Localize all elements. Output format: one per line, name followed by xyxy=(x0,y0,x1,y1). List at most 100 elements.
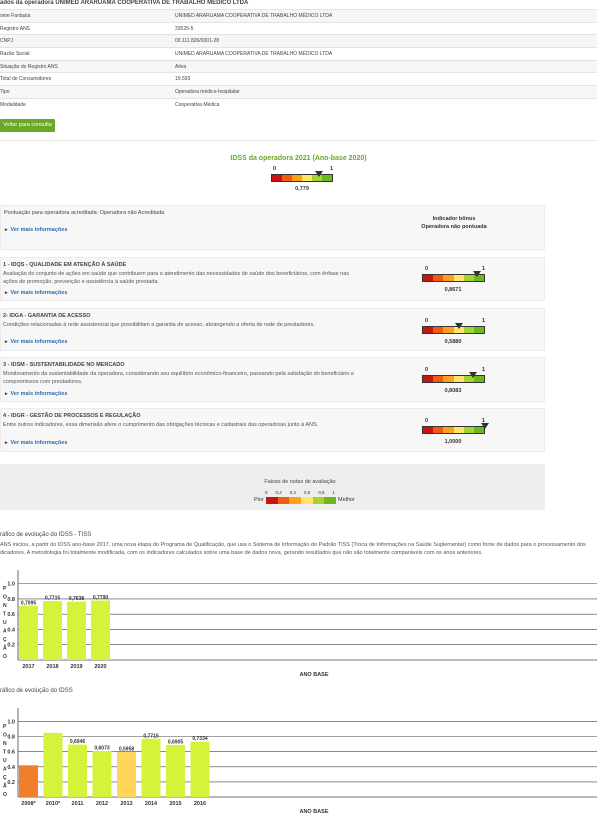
band-better-label: Melhor xyxy=(338,497,355,503)
dimension-panel-idga: 2- IDGA - GARANTIA DE ACESSO Condições r… xyxy=(0,308,545,351)
table-row: CNPJ 00.111.826/0001-28 xyxy=(0,34,597,48)
back-to-search-button[interactable]: Voltar para consulta xyxy=(0,119,55,132)
row-label: Situação do Registro ANS xyxy=(0,59,175,73)
score-marker-icon xyxy=(468,372,477,378)
bonus-label: Indicador bônus xyxy=(432,216,476,222)
row-value: Operadora médico-hospitalar xyxy=(175,85,597,99)
idss-tiss-chart: 1.0 0.8 0.6 0.4 0.2P O N T U A Ç Ã O 0,7095 2017 0,7715… xyxy=(3,570,597,678)
dimension-description: Entre outros indicadores, essa dimensão … xyxy=(3,422,319,428)
color-scale-bar xyxy=(271,174,333,182)
band-tick: 0,4 xyxy=(289,490,296,495)
table-row: Registro ANS 33525-5 xyxy=(0,21,597,35)
chart-title: ráfico de evolução do IDSS - TISS xyxy=(0,532,92,538)
dimension-panel-idsm: 3 - IDSM - SUSTENTABILIDADE NO MERCADO M… xyxy=(0,357,545,402)
row-value: UNIMED ARARUAMA COOPERATIVA DE TRABALHO … xyxy=(175,9,597,23)
data-label: 0,7638 xyxy=(69,596,85,602)
y-tick-label: 0.8 xyxy=(7,597,15,603)
y-tick-label: 1.0 xyxy=(7,720,15,726)
row-label: Total de Consumidores xyxy=(0,72,175,86)
band-tick: 0 xyxy=(265,490,268,495)
row-value: Ativa xyxy=(175,59,597,73)
row-label: Registro ANS xyxy=(0,21,175,35)
y-tick-label: 0.6 xyxy=(7,612,15,618)
bar xyxy=(190,741,210,797)
bar xyxy=(92,751,112,797)
x-tick-label: 2019 xyxy=(70,664,82,670)
dimension-description: Avaliação do conjunto de ações em saúde … xyxy=(3,271,350,285)
y-tick-label: 0.4 xyxy=(7,627,16,633)
x-tick-label: 2010* xyxy=(46,801,61,807)
row-value: 00.111.826/0001-28 xyxy=(175,34,597,48)
color-scale-bar xyxy=(422,426,485,434)
data-label: 0,7715 xyxy=(143,733,159,739)
bar xyxy=(91,600,110,660)
idss-value: 0,779 xyxy=(295,186,309,192)
score-marker-icon xyxy=(481,423,489,429)
table-row: Modalidade Cooperativa Médica xyxy=(0,97,597,111)
chart-description: ANS iniciou, a partir do IDSS ano-base 2… xyxy=(0,542,586,556)
x-tick-label: 2013 xyxy=(120,801,132,807)
band-tick: 0,8 xyxy=(318,490,325,495)
bar xyxy=(117,752,136,797)
band-worse-label: Pior xyxy=(254,497,264,503)
dimension-value: 0,8671 xyxy=(444,287,462,293)
band-tick: 0,2 xyxy=(275,490,282,495)
dimension-description: Monitoramento da sustentabilidade da ope… xyxy=(3,371,355,385)
data-label: 0,6905 xyxy=(168,739,184,745)
x-tick-label: 2016 xyxy=(194,801,206,807)
x-tick-label: 2017 xyxy=(22,664,34,670)
dimension-panel-idgr: 4 - IDGR - GESTÃO DE PROCESSOS E REGULAÇ… xyxy=(0,408,545,452)
y-tick-label: 0.2 xyxy=(7,780,15,786)
scale-min-label: 0 xyxy=(425,318,429,324)
more-info-link[interactable]: Ver mais informações xyxy=(5,227,68,233)
scale-max-label: 1 xyxy=(482,266,486,272)
data-label: 0,7334 xyxy=(192,736,208,742)
dimension-scale xyxy=(422,423,489,434)
x-axis-label: ANO BASE xyxy=(299,809,328,815)
dimension-scale xyxy=(422,271,485,282)
band-tick: 1 xyxy=(332,490,335,495)
more-info-link[interactable]: Ver mais informações xyxy=(5,290,68,296)
page-title: ados da operadora UNIMED ARARUAMA COOPER… xyxy=(0,0,249,6)
bar xyxy=(19,765,38,797)
row-label: CNPJ xyxy=(0,34,175,48)
y-tick-label: 1.0 xyxy=(7,582,15,588)
scale-min-label: 0 xyxy=(425,367,429,373)
dimension-value: 1,0000 xyxy=(444,439,462,445)
x-tick-label: 2011 xyxy=(72,801,84,807)
dimension-value: 0,8083 xyxy=(444,388,462,394)
idss-chart: 1.0 0.8 0.6 0.4 0.2P O N T U A Ç Ã O 2008* 2010* 0,6946… xyxy=(3,708,597,815)
accreditation-text: Pontuação para operadora acreditada: Ope… xyxy=(4,210,165,216)
row-value: 19.593 xyxy=(175,72,597,86)
data-label: 0,6073 xyxy=(94,746,110,752)
x-tick-label: 2018 xyxy=(46,664,58,670)
score-marker-icon xyxy=(455,323,464,329)
idss-title: IDSS da operadora 2021 (Ano-base 2020) xyxy=(230,155,367,162)
dimension-title: 3 - IDSM - SUSTENTABILIDADE NO MERCADO xyxy=(3,362,125,368)
data-label: 0,5958 xyxy=(119,747,135,753)
more-info-link[interactable]: Ver mais informações xyxy=(5,440,68,446)
table-row: Razão Social UNIMED ARARUAMA COOPERATIVA … xyxy=(0,47,597,61)
rating-bands-legend: Faixas de notas de avaliação xyxy=(245,479,355,485)
y-tick-label: 0.2 xyxy=(7,643,15,649)
accreditation-panel: Pontuação para operadora acreditada: Ope… xyxy=(0,205,545,250)
operator-info-table: ome Fantasia UNIMED ARARUAMA COOPERATIVA … xyxy=(0,9,597,111)
scale-min-label: 0 xyxy=(425,418,429,424)
bonus-value: Operadora não pontuada xyxy=(421,224,487,230)
table-row: Situação do Registro ANS Ativa xyxy=(0,59,597,73)
more-info-link[interactable]: Ver mais informações xyxy=(5,391,68,397)
x-tick-label: 2014 xyxy=(145,801,158,807)
more-info-link[interactable]: Ver mais informações xyxy=(5,339,68,345)
chart-title: ráfico de evolução do IDSS xyxy=(0,688,73,694)
bar xyxy=(19,605,38,660)
bar xyxy=(43,601,62,660)
bar xyxy=(67,601,86,660)
divider xyxy=(0,140,597,141)
x-tick-label: 2008* xyxy=(21,801,36,807)
dimension-scale xyxy=(422,372,485,383)
dimension-title: 2- IDGA - GARANTIA DE ACESSO xyxy=(3,313,91,319)
y-tick-label: 0.6 xyxy=(7,750,15,756)
y-tick-label: 0.4 xyxy=(7,765,16,771)
data-label: 0,6946 xyxy=(70,739,86,745)
dimension-scale xyxy=(422,323,485,334)
